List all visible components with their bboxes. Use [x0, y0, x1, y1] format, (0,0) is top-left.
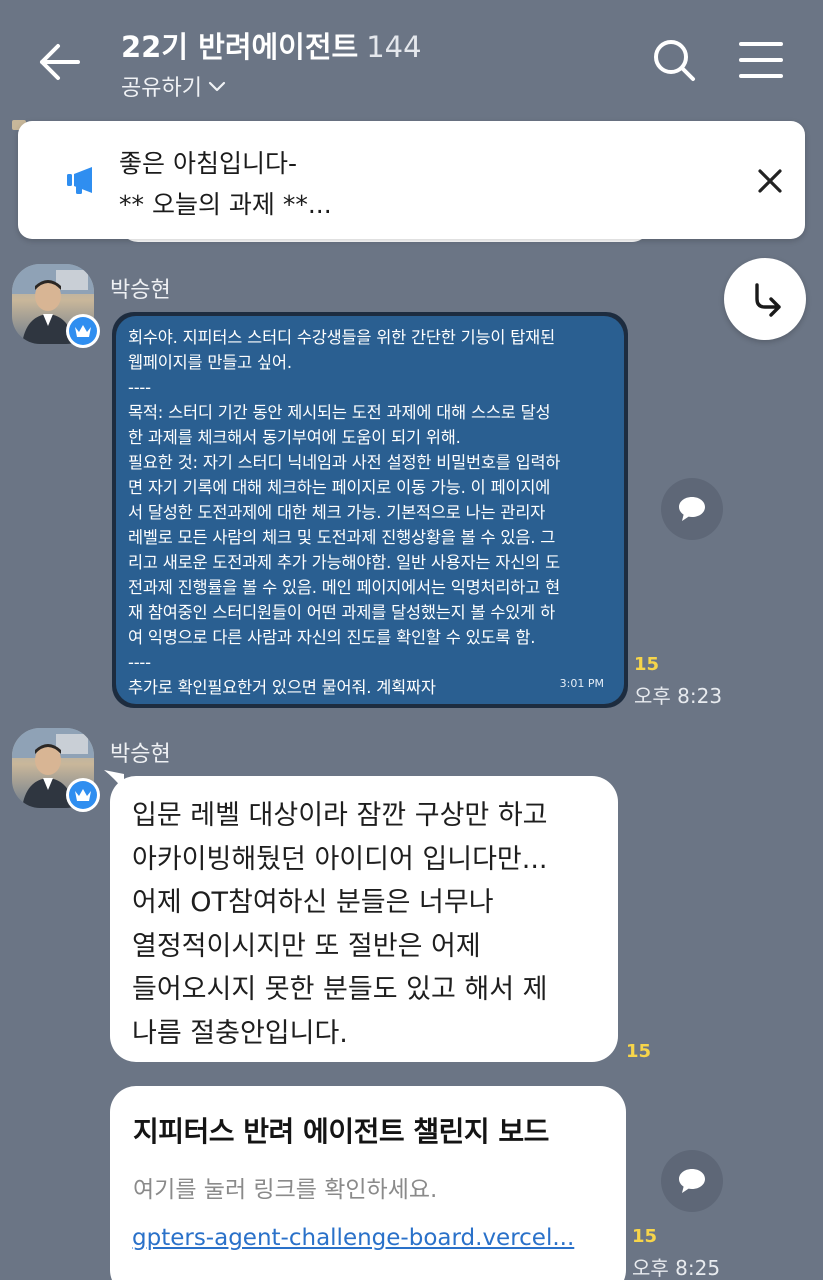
chat-title: 22기 반려에이전트 144: [121, 24, 422, 66]
chevron-down-icon: [208, 81, 226, 92]
screenshot-timestamp: 3:01 PM: [559, 677, 604, 690]
crown-icon: [75, 325, 91, 337]
megaphone-icon: [67, 167, 92, 194]
back-button[interactable]: [34, 36, 86, 88]
unread-count: 15: [634, 654, 660, 675]
reply-button[interactable]: [724, 258, 806, 340]
chat-room-name: 22기 반려에이전트: [121, 30, 359, 64]
comment-icon: [679, 1169, 705, 1193]
comment-button[interactable]: [661, 1150, 723, 1212]
link-title: 지피터스 반려 에이전트 챌린지 보드: [133, 1115, 549, 1148]
back-arrow-icon: [40, 44, 80, 80]
notice-close-button[interactable]: [754, 165, 786, 197]
notice-banner[interactable]: 좋은 아침입니다- ** 오늘의 과제 **...: [18, 121, 805, 239]
unread-count: 15: [626, 1041, 652, 1062]
chat-screen: 22기 반려에이전트 144 공유하기 좋은 아침입니다- ** 오늘의 과제 *…: [0, 0, 823, 1280]
image-message[interactable]: 회수야. 지피터스 스터디 수강생들을 위한 간단한 기능이 탑재된 웹페이지를…: [112, 312, 628, 708]
sender-name: 박승현: [110, 742, 171, 767]
crown-icon: [75, 789, 91, 801]
search-icon: [654, 40, 695, 81]
comment-icon: [679, 497, 705, 521]
menu-icon: [739, 42, 783, 78]
notice-line-2: ** 오늘의 과제 **...: [119, 190, 332, 219]
member-count: 144: [366, 30, 422, 64]
link-description: 여기를 눌러 링크를 확인하세요.: [133, 1177, 438, 1203]
share-label: 공유하기: [121, 76, 202, 101]
message-time: 오후 8:23: [634, 684, 723, 708]
share-button[interactable]: 공유하기: [121, 70, 228, 102]
message-text: 입문 레벨 대상이라 잠깐 구상만 하고 아카이빙해뒀던 아이디어 입니다만..…: [132, 800, 548, 1049]
unread-count: 15: [632, 1226, 658, 1247]
search-button[interactable]: [650, 36, 698, 84]
message-time: 오후 8:25: [632, 1256, 721, 1280]
menu-button[interactable]: [737, 36, 785, 84]
host-badge: [66, 778, 100, 812]
screenshot-text: 회수야. 지피터스 스터디 수강생들을 위한 간단한 기능이 탑재된 웹페이지를…: [128, 328, 561, 697]
comment-button[interactable]: [661, 478, 723, 540]
link-url[interactable]: gpters-agent-challenge-board.vercel...: [132, 1225, 574, 1251]
screenshot-image: 회수야. 지피터스 스터디 수강생들을 위한 간단한 기능이 탑재된 웹페이지를…: [116, 316, 624, 704]
sender-name: 박승현: [110, 278, 171, 303]
reply-arrow-icon: [755, 283, 781, 317]
host-badge: [66, 314, 100, 348]
close-icon: [758, 169, 782, 193]
notice-line-1: 좋은 아침입니다-: [119, 149, 297, 178]
